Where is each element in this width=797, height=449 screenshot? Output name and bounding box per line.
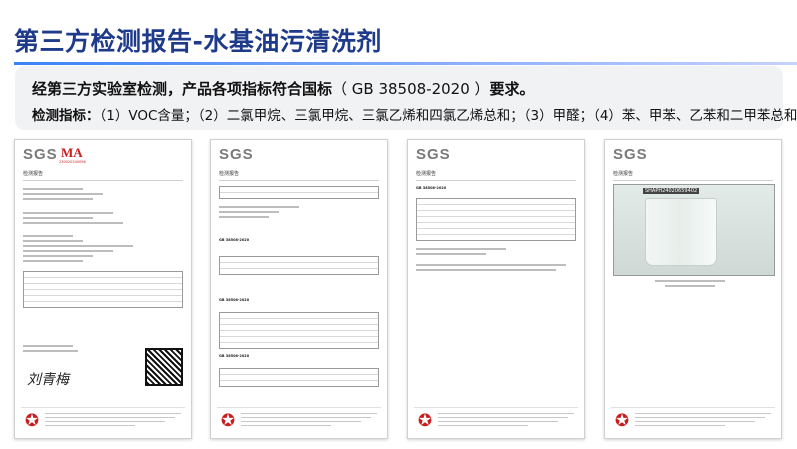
- test-indicators-label: 检测指标：: [32, 108, 100, 124]
- text-line: [219, 211, 279, 213]
- cma-mark-icon: MA: [61, 145, 83, 160]
- footer-line: [241, 421, 361, 422]
- footer-line: [45, 425, 135, 426]
- report-heading: 检测报告: [613, 171, 634, 177]
- seal-icon: ✪: [417, 411, 433, 431]
- sample-jar: [645, 198, 717, 266]
- text-line: [23, 250, 113, 252]
- text-line: [23, 255, 93, 257]
- footer-line: [45, 421, 165, 422]
- sample-photo-label: SHAPH24020659402: [643, 188, 700, 194]
- text-line: [23, 212, 113, 214]
- page-title: 第三方检测报告-水基油污清洗剂: [14, 27, 382, 56]
- text-line: [23, 240, 83, 242]
- table-row: [220, 381, 378, 386]
- text-line: [23, 260, 83, 262]
- footer-line: [438, 421, 558, 422]
- divider: [416, 180, 576, 181]
- report-heading: 检测报告: [23, 171, 44, 177]
- table-row: [220, 269, 378, 274]
- footer-line: [635, 413, 771, 414]
- sgs-logo: SGS: [23, 146, 58, 163]
- benzene-table: [416, 198, 576, 241]
- footer-line: [635, 421, 755, 422]
- seal-icon: ✪: [220, 411, 236, 431]
- qr-code-icon: [145, 348, 183, 386]
- footer-line: [438, 413, 574, 414]
- voc-table: [219, 256, 379, 275]
- test-indicators-items: （1）VOC含量；（2）二氯甲烷、三氯甲烷、三氯乙烯和四氯乙烯总和；（3）甲醛；…: [99, 108, 797, 124]
- divider: [219, 180, 379, 181]
- text-line: [416, 248, 506, 250]
- seal-icon: ✪: [24, 411, 40, 431]
- section-heading-chlorinated: GB 38508-2020: [219, 298, 250, 302]
- summary-standard: （ GB 38508-2020 ）: [332, 80, 490, 98]
- footer-line: [438, 425, 528, 426]
- test-indicators: 检测指标：（1）VOC含量；（2）二氯甲烷、三氯甲烷、三氯乙烯和四氯乙烯总和；（…: [32, 104, 797, 124]
- footer-line: [241, 417, 371, 418]
- results-table: [23, 271, 183, 308]
- sgs-logo: SGS: [219, 146, 254, 163]
- text-line: [219, 216, 269, 218]
- report-footer: ✪: [217, 407, 381, 434]
- footer-line: [241, 425, 331, 426]
- divider: [23, 180, 183, 181]
- footer-line: [438, 417, 568, 418]
- summary-prefix: 经第三方实验室检测，产品各项指标符合国标: [32, 80, 333, 98]
- section-heading-formaldehyde: GB 38508-2020: [219, 354, 250, 358]
- footer-line: [45, 413, 181, 414]
- title-bar: 第三方检测报告-水基油污清洗剂: [0, 0, 797, 70]
- text-line: [23, 235, 73, 237]
- text-line: [655, 280, 725, 282]
- signature: 刘青梅: [27, 372, 69, 388]
- text-line: [665, 285, 715, 287]
- summary-statement: 经第三方实验室检测，产品各项指标符合国标（ GB 38508-2020 ）要求。: [32, 78, 535, 99]
- footer-line: [45, 417, 175, 418]
- text-line: [23, 345, 73, 347]
- text-line: [219, 206, 299, 208]
- text-line: [416, 253, 486, 255]
- report-footer: ✪: [414, 407, 578, 434]
- sgs-logo: SGS: [613, 146, 648, 163]
- section-heading-benzene: GB 38508-2020: [416, 186, 447, 190]
- text-line: [416, 264, 566, 266]
- table-row: [417, 235, 575, 240]
- table-row: [220, 343, 378, 348]
- table-row: [220, 193, 378, 198]
- summary-suffix: 要求。: [489, 80, 535, 98]
- text-line: [23, 193, 103, 195]
- report-page-4: SGS 检测报告 SHAPH24020659402 ✪: [604, 139, 782, 439]
- table-row: [24, 302, 182, 307]
- seal-icon: ✪: [614, 411, 630, 431]
- footer-line: [241, 413, 377, 414]
- divider: [613, 180, 773, 181]
- text-line: [23, 198, 93, 200]
- report-footer: ✪: [611, 407, 775, 434]
- title-underline: [14, 62, 797, 65]
- report-page-3: SGS 检测报告 GB 38508-2020 ✪: [407, 139, 585, 439]
- footer-line: [635, 417, 765, 418]
- report-page-2: SGS 检测报告 GB 38508-2020 GB 38508-2020 GB …: [210, 139, 388, 439]
- report-heading: 检测报告: [219, 171, 240, 177]
- formaldehyde-table: [219, 368, 379, 387]
- section-heading-voc: GB 38508-2020: [219, 238, 250, 242]
- text-line: [416, 269, 556, 271]
- cma-number: 230020340096: [59, 160, 86, 164]
- sample-table: [219, 186, 379, 199]
- text-line: [23, 350, 78, 352]
- text-line: [23, 217, 93, 219]
- report-page-1: SGS MA 230020340096 检测报告 刘青梅 ✪: [14, 139, 192, 439]
- chlorinated-table: [219, 312, 379, 349]
- text-line: [23, 222, 123, 224]
- text-line: [23, 245, 133, 247]
- sgs-logo: SGS: [416, 146, 451, 163]
- report-heading: 检测报告: [416, 171, 437, 177]
- report-footer: ✪: [21, 407, 185, 434]
- text-line: [23, 188, 83, 190]
- footer-line: [635, 425, 725, 426]
